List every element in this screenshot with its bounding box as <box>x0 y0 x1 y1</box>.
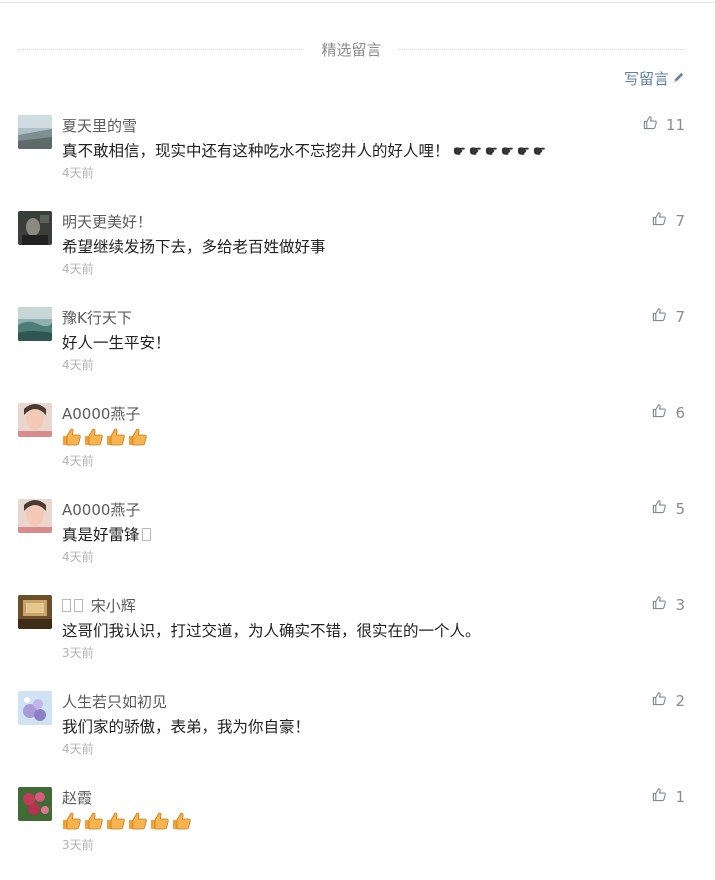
like-button[interactable]: 5 <box>652 499 685 518</box>
comment-list: 夏天里的雪 真不敢相信，现实中还有这种吃水不忘挖井人的好人哩！ 4天前 11 明… <box>0 112 715 880</box>
header-line-right <box>399 49 685 51</box>
comment-text: 真不敢相信，现实中还有这种吃水不忘挖井人的好人哩！ <box>62 139 546 161</box>
like-count: 7 <box>675 211 685 230</box>
thumb-up-outline-icon <box>652 787 667 806</box>
write-comment-label: 写留言 <box>623 70 669 88</box>
comment-nickname: 赵霞 <box>62 789 93 807</box>
comment-item: 明天更美好！ 希望继续发扬下去，多给老百姓做好事 4天前 7 <box>0 208 715 304</box>
like-button[interactable]: 2 <box>652 691 685 710</box>
thumbs-up-emoji-icon <box>150 811 170 831</box>
thumbs-up-emoji-icon <box>62 811 82 831</box>
like-count: 11 <box>665 115 685 134</box>
comment-nickname: 宋小辉 <box>62 595 136 616</box>
comment-time: 4天前 <box>62 358 94 372</box>
like-button[interactable]: 7 <box>652 211 685 230</box>
pointing-hand-icon <box>453 144 466 157</box>
thumb-up-outline-icon <box>652 403 667 422</box>
like-count: 6 <box>675 403 685 422</box>
comment-nickname: A0000燕子 <box>62 405 141 423</box>
avatar[interactable] <box>18 787 52 821</box>
avatar[interactable] <box>18 211 52 245</box>
like-button[interactable]: 1 <box>652 787 685 806</box>
comment-time: 4天前 <box>62 262 94 276</box>
comment-nickname: 豫K行天下 <box>62 309 132 327</box>
pointing-hand-icon <box>501 144 514 157</box>
comment-text: 真是好雷锋 <box>62 523 151 545</box>
avatar[interactable] <box>18 307 52 341</box>
missing-glyph-box <box>74 599 83 612</box>
avatar[interactable] <box>18 403 52 437</box>
pointing-hand-icon <box>533 144 546 157</box>
avatar[interactable] <box>18 115 52 149</box>
like-button[interactable]: 6 <box>652 403 685 422</box>
comment-time: 4天前 <box>62 550 94 564</box>
pointing-hand-icon <box>517 144 530 157</box>
thumb-up-outline-icon <box>652 595 667 614</box>
comment-item: A0000燕子 真是好雷锋 4天前 5 <box>0 496 715 592</box>
thumbs-up-emoji-icon <box>62 427 82 447</box>
comment-time: 4天前 <box>62 166 94 180</box>
thumbs-up-emoji-icon <box>172 811 192 831</box>
comment-nickname: 夏天里的雪 <box>62 117 138 135</box>
comment-text <box>62 811 194 831</box>
comment-text-content: 真不敢相信，现实中还有这种吃水不忘挖井人的好人哩！ <box>62 142 450 160</box>
thumb-up-outline-icon <box>643 115 658 134</box>
like-count: 5 <box>675 499 685 518</box>
comment-nickname: A0000燕子 <box>62 501 141 519</box>
like-button[interactable]: 11 <box>643 115 685 134</box>
comment-nickname-text: 宋小辉 <box>90 597 136 615</box>
missing-glyph-box <box>62 599 71 612</box>
comment-nickname: 人生若只如初见 <box>62 693 168 711</box>
like-count: 2 <box>675 691 685 710</box>
comment-item: 赵霞 3天前 1 <box>0 784 715 880</box>
thumb-up-outline-icon <box>652 211 667 230</box>
like-button[interactable]: 7 <box>652 307 685 326</box>
comment-time: 4天前 <box>62 742 94 756</box>
comment-text: 这哥们我认识，打过交道，为人确实不错，很实在的一个人。 <box>62 622 481 640</box>
comment-time: 4天前 <box>62 454 94 468</box>
comment-nickname: 明天更美好！ <box>62 213 153 231</box>
comment-text <box>62 427 150 447</box>
pointing-hand-icon <box>485 144 498 157</box>
section-header: 精选留言 <box>18 38 685 62</box>
thumbs-up-emoji-icon <box>128 811 148 831</box>
like-count: 3 <box>675 595 685 614</box>
avatar[interactable] <box>18 499 52 533</box>
like-count: 7 <box>675 307 685 326</box>
like-count: 1 <box>675 787 685 806</box>
pencil-icon <box>672 70 685 88</box>
thumbs-up-emoji-icon <box>128 427 148 447</box>
comment-item: 夏天里的雪 真不敢相信，现实中还有这种吃水不忘挖井人的好人哩！ 4天前 11 <box>0 112 715 208</box>
avatar[interactable] <box>18 691 52 725</box>
comment-text: 好人一生平安！ <box>62 334 171 352</box>
thumb-up-outline-icon <box>652 307 667 326</box>
like-button[interactable]: 3 <box>652 595 685 614</box>
top-divider <box>0 2 715 3</box>
comment-item: 人生若只如初见 我们家的骄傲，表弟，我为你自豪！ 4天前 2 <box>0 688 715 784</box>
comment-time: 3天前 <box>62 838 94 852</box>
comment-item: 豫K行天下 好人一生平安！ 4天前 7 <box>0 304 715 400</box>
thumbs-up-emoji-icon <box>84 427 104 447</box>
thumbs-up-emoji-icon <box>106 427 126 447</box>
comment-time: 3天前 <box>62 646 94 660</box>
write-comment-link[interactable]: 写留言 <box>624 68 685 89</box>
pointing-hand-icon <box>469 144 482 157</box>
thumb-up-outline-icon <box>652 499 667 518</box>
thumb-up-outline-icon <box>652 691 667 710</box>
comment-text: 希望继续发扬下去，多给老百姓做好事 <box>62 238 326 256</box>
comment-text-content: 真是好雷锋 <box>62 526 140 544</box>
comment-item: 宋小辉 这哥们我认识，打过交道，为人确实不错，很实在的一个人。 3天前 3 <box>0 592 715 688</box>
comment-item: A0000燕子 4天前 6 <box>0 400 715 496</box>
avatar[interactable] <box>18 595 52 629</box>
comment-text: 我们家的骄傲，表弟，我为你自豪！ <box>62 718 311 736</box>
missing-glyph-box <box>141 527 151 541</box>
thumbs-up-emoji-icon <box>106 811 126 831</box>
thumbs-up-emoji-icon <box>84 811 104 831</box>
